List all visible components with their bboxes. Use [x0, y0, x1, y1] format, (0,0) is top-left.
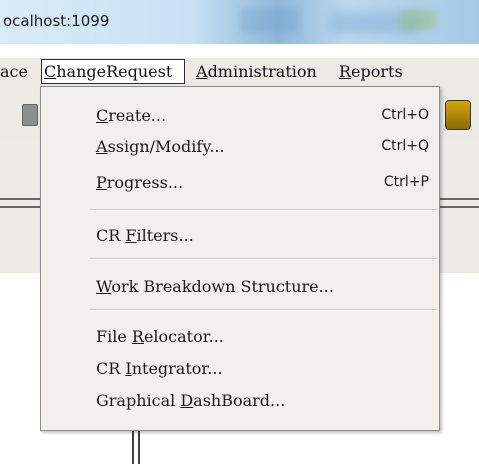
menu-reports[interactable]: Reports: [339, 62, 403, 81]
menu-item-cr-integrator[interactable]: CR Integrator...: [41, 353, 439, 385]
mnemonic: R: [339, 62, 352, 81]
menu-item-label: Graphical DashBoard...: [96, 391, 286, 410]
splitter-left[interactable]: [0, 198, 40, 208]
menu-workspace[interactable]: ace: [0, 62, 28, 81]
menu-item-label: Progress...: [96, 173, 184, 192]
menu-item-create[interactable]: Create... Ctrl+O: [41, 100, 439, 132]
menu-changerequest[interactable]: ChangeRequest: [44, 62, 172, 81]
menu-item-label: Create...: [96, 106, 167, 125]
menu-separator: [89, 258, 437, 260]
menu-separator: [89, 309, 437, 311]
menu-administration[interactable]: Administration: [196, 62, 317, 81]
mnemonic: A: [196, 62, 208, 81]
vertical-splitter[interactable]: [132, 430, 134, 464]
menu-item-label: Assign/Modify...: [96, 137, 225, 156]
shortcut-label: Ctrl+Q: [381, 138, 429, 154]
changerequest-dropdown-menu: Create... Ctrl+O Assign/Modify... Ctrl+Q…: [40, 86, 440, 431]
menu-item-label: CR Filters...: [96, 226, 194, 245]
menu-label: eports: [351, 62, 403, 81]
menu-bar: ace ChangeRequest Administration Reports: [0, 58, 479, 86]
database-icon[interactable]: [445, 100, 471, 130]
shortcut-label: Ctrl+O: [381, 107, 429, 123]
menu-item-label: Work Breakdown Structure...: [96, 277, 334, 296]
window-titlebar: ocalhost:1099: [0, 0, 479, 44]
window-title: ocalhost:1099: [3, 12, 110, 30]
menu-item-label: File Relocator...: [96, 327, 224, 346]
splitter-right[interactable]: [440, 198, 479, 208]
vertical-splitter[interactable]: [138, 430, 140, 464]
shortcut-label: Ctrl+P: [383, 174, 429, 190]
menu-label: dministration: [207, 62, 317, 81]
menu-item-file-relocator[interactable]: File Relocator...: [41, 321, 439, 353]
menu-label: hangeRequest: [56, 62, 173, 81]
menu-separator: [89, 209, 437, 211]
menu-item-progress[interactable]: Progress... Ctrl+P: [41, 167, 439, 199]
menu-item-label: CR Integrator...: [96, 359, 223, 378]
mnemonic: C: [44, 62, 57, 81]
toolbar-button-icon[interactable]: [22, 104, 38, 126]
menu-item-assign-modify[interactable]: Assign/Modify... Ctrl+Q: [41, 131, 439, 163]
menu-item-graphical-dashboard[interactable]: Graphical DashBoard...: [41, 385, 439, 417]
menu-item-cr-filters[interactable]: CR Filters...: [41, 220, 439, 252]
menu-label: ace: [0, 62, 28, 81]
menu-item-work-breakdown-structure[interactable]: Work Breakdown Structure...: [41, 271, 439, 303]
